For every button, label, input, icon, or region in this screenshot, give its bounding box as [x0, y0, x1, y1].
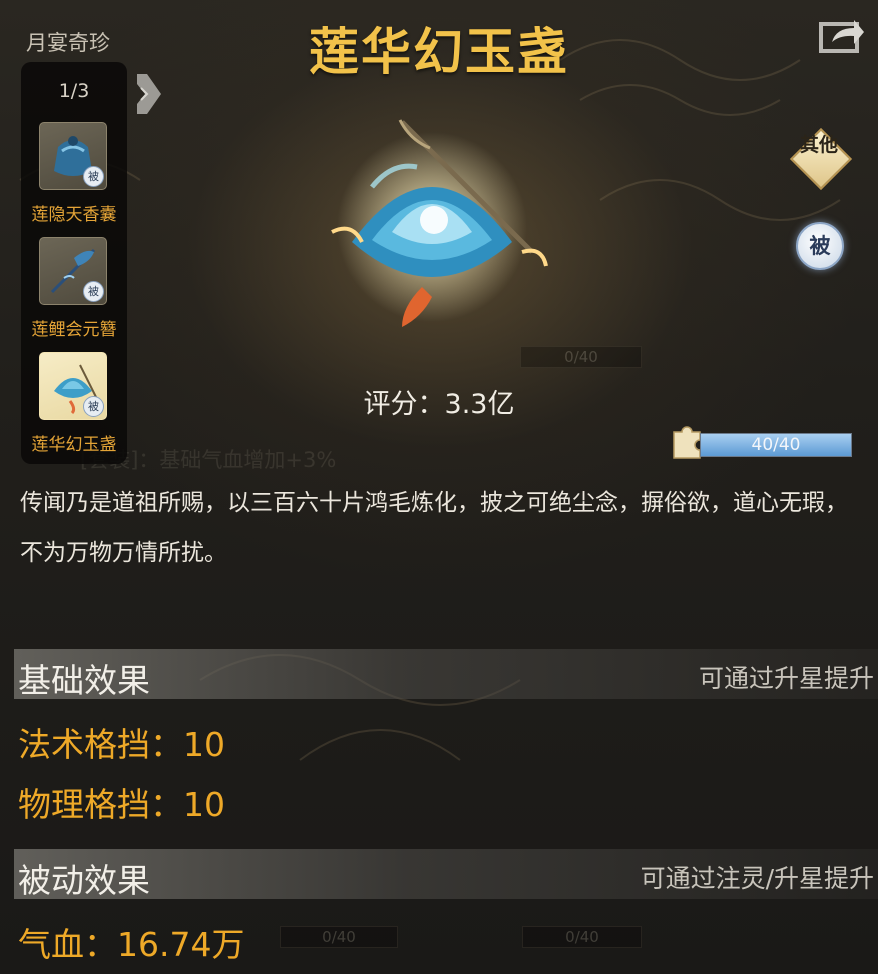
item-title: 莲华幻玉盏 — [309, 23, 569, 81]
ghost-bar: 0/40 — [520, 346, 642, 368]
base-effect-title: 基础效果 — [18, 661, 150, 700]
ghost-bar: 0/40 — [522, 926, 642, 948]
score-label: 评分： — [363, 389, 445, 420]
share-icon[interactable] — [818, 12, 866, 54]
passive-effect-header: 被动效果 可通过注灵/升星提升 — [14, 849, 878, 900]
stat-magic-block: 法术格挡：10 — [18, 725, 225, 764]
stat-hp: 气血：16.74万 — [18, 925, 245, 964]
other-tag-label: 其他 — [799, 134, 838, 156]
passive-effect-hint: 可通过注灵/升星提升 — [640, 864, 874, 893]
fragment-progress-text: 40/40 — [751, 435, 801, 455]
item-thumbnail: 被 — [39, 122, 107, 190]
collection-item-label: 莲华幻玉盏 — [31, 435, 117, 455]
score-row: 评分：3.3亿 — [0, 382, 878, 421]
fragment-progress-bar: 40/40 — [700, 433, 852, 457]
passive-badge: 被 — [83, 166, 104, 187]
passive-type-tag[interactable]: 被 — [796, 222, 844, 270]
base-effect-header: 基础效果 可通过升星提升 — [14, 649, 878, 700]
collection-item-label: 莲鲤会元簪 — [31, 320, 117, 340]
stat-physical-block: 物理格挡：10 — [18, 785, 225, 824]
other-category-tag[interactable]: 其他 — [789, 127, 853, 191]
lotus-cup-artwork — [331, 119, 548, 327]
ghost-bar: 0/40 — [280, 926, 398, 948]
item-description: 传闻乃是道祖所赐，以三百六十片鸿毛炼化，披之可绝尘念，摒俗欲，道心无瑕，不为万物… — [20, 490, 848, 566]
passive-effect-title: 被动效果 — [18, 861, 150, 900]
item-thumbnail: 被 — [39, 237, 107, 305]
score-value: 3.3亿 — [444, 389, 515, 420]
base-effect-hint: 可通过升星提升 — [698, 664, 874, 693]
passive-badge: 被 — [83, 281, 104, 302]
collection-item-label: 莲隐天香囊 — [31, 205, 117, 225]
